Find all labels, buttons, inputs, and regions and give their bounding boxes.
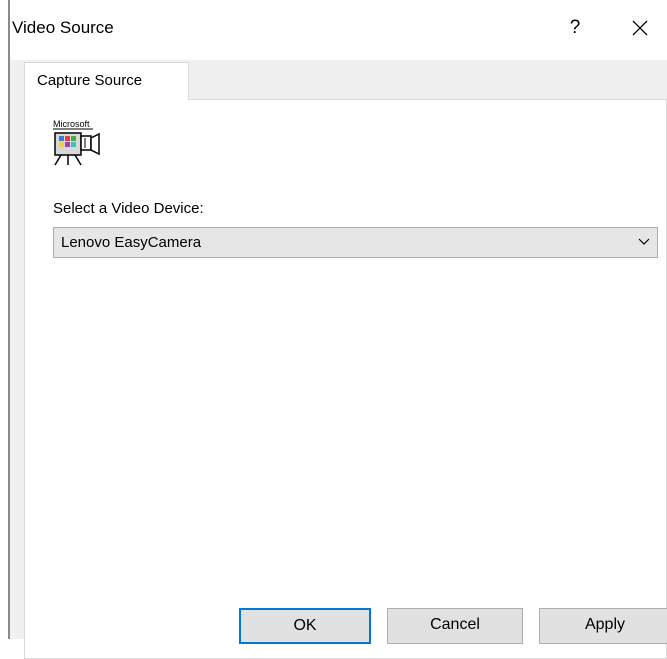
device-label: Select a Video Device: bbox=[53, 200, 204, 217]
title-bar: Video Source ? bbox=[10, 0, 667, 60]
tab-panel: Microsoft Select a Video Device: Lenovo … bbox=[24, 99, 667, 659]
close-button[interactable] bbox=[620, 8, 660, 48]
video-device-select[interactable]: Lenovo EasyCamera bbox=[53, 227, 658, 258]
help-button[interactable]: ? bbox=[558, 8, 592, 48]
window-title: Video Source bbox=[12, 18, 114, 37]
close-icon bbox=[632, 20, 648, 36]
tab-label: Capture Source bbox=[37, 72, 143, 89]
dialog-body: Capture Source Microsoft Select a Video … bbox=[10, 60, 667, 659]
microsoft-video-logo: Microsoft bbox=[53, 118, 123, 168]
video-camera-icon: Microsoft bbox=[53, 119, 100, 166]
chevron-down-icon bbox=[638, 238, 650, 245]
selected-device: Lenovo EasyCamera bbox=[61, 234, 202, 251]
tab-capture-source[interactable]: Capture Source bbox=[24, 62, 189, 100]
logo-text: Microsoft bbox=[53, 119, 90, 129]
